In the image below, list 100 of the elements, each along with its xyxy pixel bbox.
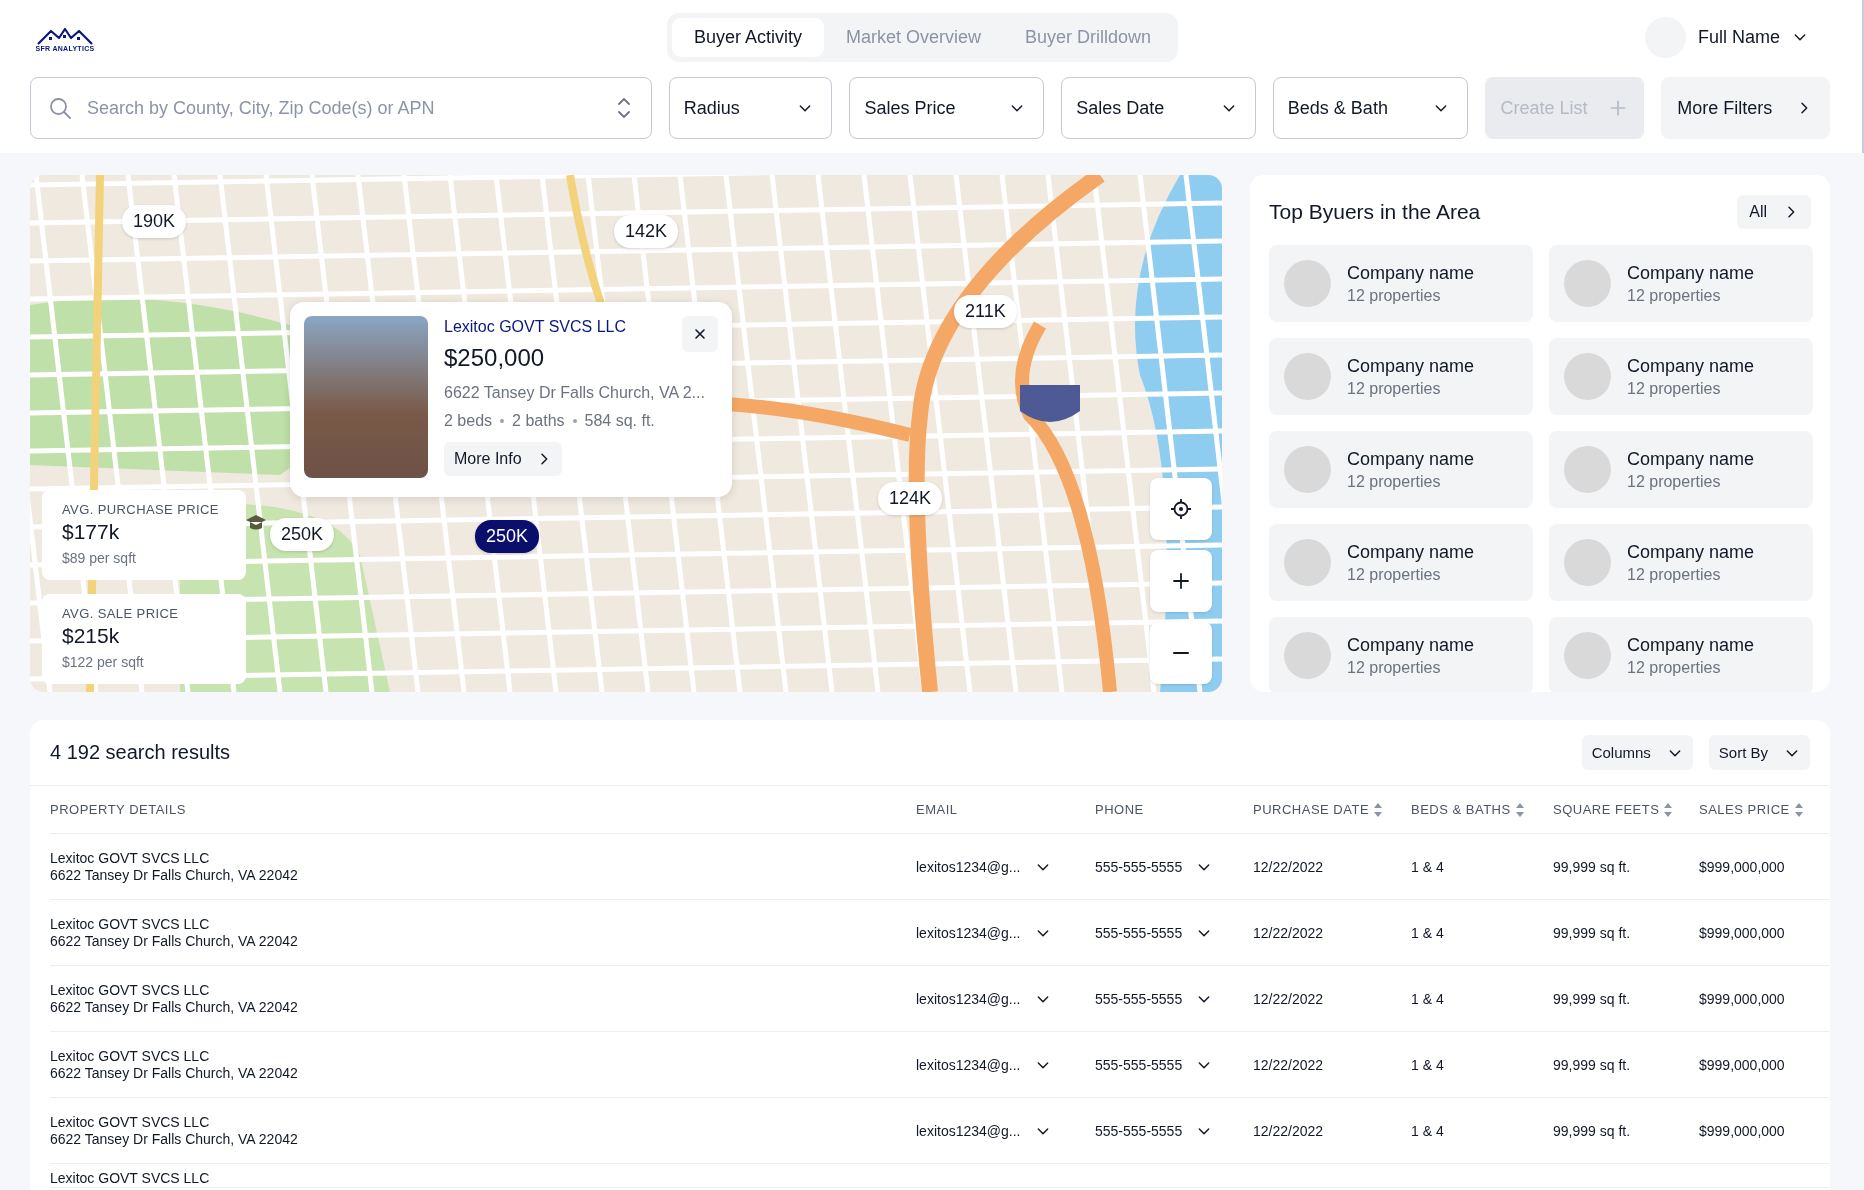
- buyer-card[interactable]: Company name 12 properties: [1549, 338, 1813, 415]
- column-header[interactable]: SQUARE FEETS: [1553, 786, 1699, 834]
- table-cell: 1 & 4: [1411, 1122, 1444, 1139]
- property-address: 6622 Tansey Dr Falls Church, VA 22042: [50, 932, 298, 950]
- buyer-card[interactable]: Company name 12 properties: [1549, 617, 1813, 692]
- phone-dropdown[interactable]: 555-555-5555: [1095, 858, 1213, 875]
- listing-address: 6622 Tansey Dr Falls Church, VA 2...: [444, 384, 706, 402]
- company-name: Company name: [1627, 355, 1755, 377]
- buyer-card[interactable]: Company name 12 properties: [1269, 617, 1533, 692]
- email-dropdown[interactable]: lexitos1234@g...: [916, 1122, 1051, 1139]
- locate-button[interactable]: [1150, 478, 1212, 540]
- buyer-card[interactable]: Company name 12 properties: [1269, 245, 1533, 322]
- property-count: 12 properties: [1627, 565, 1722, 584]
- filter-dropdown[interactable]: Radius: [668, 77, 833, 139]
- table-cell: 99,999 sq ft.: [1553, 858, 1631, 875]
- phone-dropdown[interactable]: 555-555-5555: [1095, 1056, 1213, 1073]
- listing-fact: 2 beds: [444, 412, 493, 430]
- table-cell: 99,999 sq ft.: [1553, 924, 1631, 941]
- stat-value: $177k: [62, 520, 121, 544]
- all-button[interactable]: All: [1737, 195, 1811, 229]
- property-count: 12 properties: [1347, 472, 1442, 491]
- avatar-circle: [1284, 632, 1331, 679]
- phone-dropdown[interactable]: 555-555-5555: [1095, 1122, 1213, 1139]
- filter-dropdown[interactable]: Sales Price: [849, 77, 1045, 139]
- company-name: Company name: [1347, 262, 1475, 284]
- avatar-circle: [1564, 446, 1611, 493]
- avatar-circle: [1284, 446, 1331, 493]
- company-name: Company name: [1627, 448, 1755, 470]
- crosshair-icon: [1169, 497, 1193, 521]
- table-cell: 99,999 sq ft.: [1553, 990, 1631, 1007]
- minus-icon: [1173, 652, 1189, 654]
- price-marker[interactable]: 250K: [475, 520, 540, 553]
- column-header[interactable]: BEDS & BATHS: [1411, 786, 1553, 834]
- buyer-card[interactable]: Company name 12 properties: [1269, 524, 1533, 601]
- price-marker[interactable]: 124K: [878, 482, 943, 515]
- separator-dot: [500, 419, 505, 423]
- company-name: Company name: [1347, 541, 1475, 563]
- email-dropdown[interactable]: lexitos1234@g...: [916, 990, 1051, 1007]
- price-marker[interactable]: 250K: [270, 518, 335, 551]
- filter-dropdown[interactable]: Beds & Bath: [1272, 77, 1468, 139]
- table-cell: $999,000,000: [1699, 924, 1785, 941]
- table-cell: $999,000,000: [1699, 1056, 1785, 1073]
- listing-price: $250,000: [444, 344, 546, 372]
- search-field[interactable]: Search by County, City, Zip Code(s) or APN: [30, 77, 652, 139]
- property-name: Lexitoc GOVT SVCS LLC: [50, 1170, 210, 1187]
- more-info-button[interactable]: More Info: [444, 442, 562, 476]
- property-count: 12 properties: [1347, 565, 1442, 584]
- column-header[interactable]: EMAIL: [916, 786, 1095, 834]
- property-name: Lexitoc GOVT SVCS LLC: [50, 981, 210, 999]
- property-count: 12 properties: [1347, 286, 1442, 305]
- buyer-card[interactable]: Company name 12 properties: [1549, 245, 1813, 322]
- price-marker[interactable]: 211K: [954, 295, 1017, 328]
- buyer-card[interactable]: Company name 12 properties: [1549, 431, 1813, 508]
- sort-dropdown[interactable]: Sort By: [1708, 735, 1810, 770]
- price-marker[interactable]: 190K: [122, 205, 187, 238]
- column-header[interactable]: PROPERTY DETAILS: [50, 786, 916, 834]
- company-link[interactable]: Lexitoc GOVT SVCS LLC: [444, 318, 626, 336]
- column-header[interactable]: PURCHASE DATE: [1253, 786, 1411, 834]
- property-address: 6622 Tansey Dr Falls Church, VA 22042: [50, 998, 298, 1016]
- avatar-circle: [1284, 260, 1331, 307]
- property-count: 12 properties: [1347, 658, 1442, 677]
- company-name: Company name: [1627, 634, 1755, 656]
- close-button[interactable]: [682, 316, 718, 352]
- columns-dropdown[interactable]: Columns: [1581, 735, 1693, 770]
- table-cell: 12/22/2022: [1253, 924, 1324, 941]
- property-address: 6622 Tansey Dr Falls Church, VA 22042: [50, 866, 298, 884]
- company-name: Company name: [1347, 448, 1475, 470]
- stat-label: AVG. SALE PRICE: [62, 606, 180, 621]
- column-header[interactable]: PHONE: [1095, 786, 1253, 834]
- column-header[interactable]: SALES PRICE: [1699, 786, 1830, 834]
- company-name: Company name: [1627, 262, 1755, 284]
- buyer-card[interactable]: Company name 12 properties: [1269, 338, 1533, 415]
- table-cell: 1 & 4: [1411, 858, 1444, 875]
- user-menu[interactable]: Full Name: [1644, 16, 1808, 58]
- price-marker[interactable]: 142K: [614, 215, 679, 248]
- property-name: Lexitoc GOVT SVCS LLC: [50, 849, 210, 867]
- table-cell: $999,000,000: [1699, 990, 1785, 1007]
- phone-dropdown[interactable]: 555-555-5555: [1095, 924, 1213, 941]
- property-count: 12 properties: [1627, 658, 1722, 677]
- table-cell: 12/22/2022: [1253, 990, 1324, 1007]
- buyer-card[interactable]: Company name 12 properties: [1549, 524, 1813, 601]
- listing-fact: 2 baths: [512, 412, 565, 430]
- stat-subtext: $89 per sqft: [62, 550, 137, 566]
- results-count: 4 192 search results: [50, 741, 231, 764]
- avatar-circle: [1564, 353, 1611, 400]
- avatar-circle: [1284, 539, 1331, 586]
- close-icon: [692, 326, 708, 342]
- email-dropdown[interactable]: lexitos1234@g...: [916, 1056, 1051, 1073]
- email-dropdown[interactable]: lexitos1234@g...: [916, 924, 1051, 941]
- separator-dot: [572, 419, 577, 423]
- property-address: 6622 Tansey Dr Falls Church, VA 22042: [50, 1130, 298, 1148]
- phone-dropdown[interactable]: 555-555-5555: [1095, 990, 1213, 1007]
- email-dropdown[interactable]: lexitos1234@g...: [916, 858, 1051, 875]
- table-cell: 1 & 4: [1411, 924, 1444, 941]
- property-count: 12 properties: [1627, 286, 1722, 305]
- nav-tab[interactable]: Buyer Activity: [672, 17, 825, 57]
- more-filters-button[interactable]: More Filters: [1661, 77, 1830, 139]
- filter-dropdown[interactable]: Sales Date: [1061, 77, 1256, 139]
- company-name: Company name: [1627, 541, 1755, 563]
- buyer-card[interactable]: Company name 12 properties: [1269, 431, 1533, 508]
